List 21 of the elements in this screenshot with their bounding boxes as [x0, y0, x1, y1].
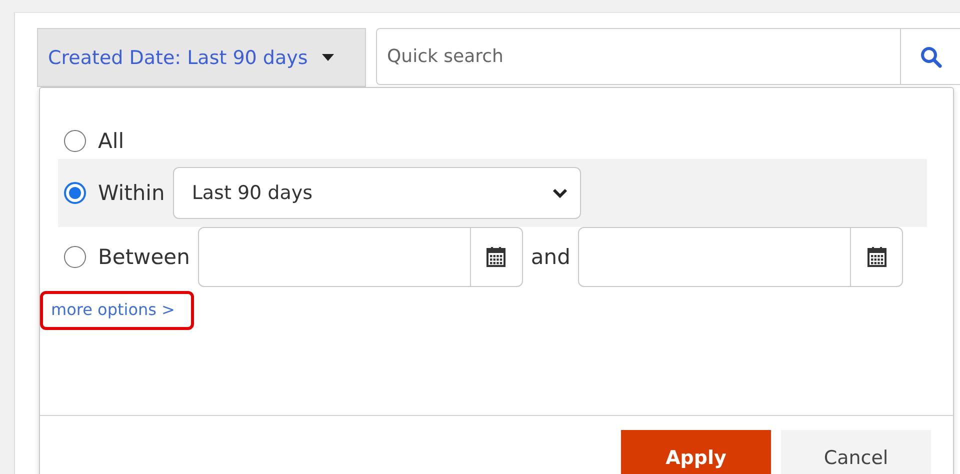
search-icon — [920, 46, 942, 68]
radio-button[interactable] — [64, 182, 86, 204]
chevron-down-icon — [552, 188, 568, 198]
calendar-icon — [866, 246, 887, 268]
date-field[interactable] — [578, 227, 904, 287]
range-select[interactable]: Last 90 days — [172, 167, 581, 219]
apply-button[interactable]: Apply — [621, 430, 771, 474]
and-label: and — [530, 245, 570, 269]
date-field[interactable] — [198, 227, 523, 287]
search-button[interactable] — [900, 28, 960, 85]
radio-button[interactable] — [64, 246, 86, 268]
option-label: Within — [98, 181, 165, 205]
radio-button[interactable] — [64, 130, 86, 152]
cancel-button[interactable]: Cancel — [781, 430, 931, 474]
option-label: All — [98, 129, 124, 153]
filter-dropdown-button[interactable]: Created Date: Last 90 days — [37, 28, 366, 87]
option-label: Between — [98, 245, 190, 269]
caret-icon — [322, 54, 334, 61]
search-field[interactable]: Quick search — [376, 28, 900, 85]
calendar-icon — [486, 246, 506, 268]
more-options-link[interactable]: more options > — [51, 300, 175, 319]
